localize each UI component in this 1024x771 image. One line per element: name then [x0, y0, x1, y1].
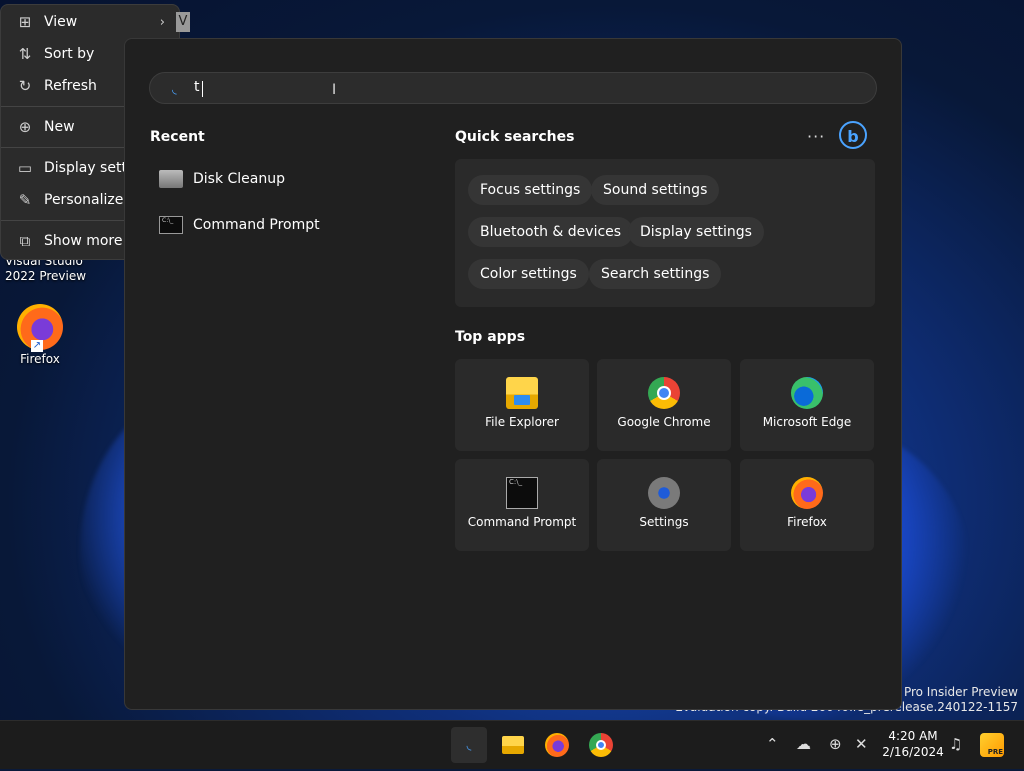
taskbar-chrome[interactable]: [583, 727, 619, 763]
desktop-icon-label: Firefox: [20, 352, 60, 366]
search-icon: ◟: [172, 82, 177, 96]
app-tile-google-chrome[interactable]: Google Chrome: [597, 359, 731, 451]
search-panel: ◟ t I Recent Disk Cleanup C:\_ Command P…: [124, 38, 902, 710]
search-icon: ◟: [466, 738, 472, 752]
ibeam-cursor-icon: I: [332, 82, 337, 98]
context-item-label: Sort by: [44, 46, 95, 62]
onedrive-offline-icon[interactable]: ☁: [796, 735, 811, 753]
brush-icon: ✎: [18, 191, 32, 209]
clock-date: 2/16/2024: [882, 745, 944, 759]
disk-cleanup-icon: [159, 170, 183, 188]
app-tile-label: Firefox: [787, 515, 827, 529]
taskbar-search-button[interactable]: ◟: [451, 727, 487, 763]
app-tile-settings[interactable]: Settings: [597, 459, 731, 551]
chip-focus-settings[interactable]: Focus settings: [468, 175, 593, 205]
sort-icon: ⇅: [18, 45, 32, 63]
app-tile-command-prompt[interactable]: C:\_ Command Prompt: [455, 459, 589, 551]
chip-search-settings[interactable]: Search settings: [589, 259, 722, 289]
grid-icon: ⊞: [18, 13, 32, 31]
recent-item-label: Command Prompt: [193, 217, 320, 233]
refresh-icon: ↻: [18, 77, 32, 95]
chevron-up-icon[interactable]: ⌃: [766, 735, 779, 753]
quick-searches-heading: Quick searches: [455, 129, 575, 145]
file-explorer-icon: [506, 377, 538, 409]
recent-item-label: Disk Cleanup: [193, 171, 286, 187]
recent-item-command-prompt[interactable]: C:\_ Command Prompt: [159, 207, 320, 243]
app-tile-label: Settings: [639, 515, 689, 529]
firefox-icon: [791, 477, 823, 509]
context-item-label: Show more o: [44, 233, 136, 249]
firefox-icon: ↗: [17, 304, 63, 352]
app-tile-label: File Explorer: [485, 415, 559, 429]
desktop-icon-firefox[interactable]: ↗ Firefox: [0, 300, 80, 367]
app-tile-label: Microsoft Edge: [762, 415, 852, 429]
app-tile-label: Command Prompt: [467, 515, 577, 529]
taskbar: ◟ ⌃ ☁ ⊕ ✕ 4:20 AM 2/16/2024 ♫ PRE: [0, 720, 1024, 769]
network-globe-icon[interactable]: ⊕: [829, 735, 842, 753]
context-item-label: Personalize: [44, 192, 124, 208]
plus-circle-icon: ⊕: [18, 118, 32, 136]
command-prompt-icon: C:\_: [506, 477, 538, 509]
taskbar-clock[interactable]: 4:20 AM 2/16/2024: [880, 728, 946, 760]
search-input[interactable]: ◟ t: [149, 72, 877, 104]
edge-icon: [791, 377, 823, 409]
file-explorer-icon: [502, 736, 524, 754]
chip-sound-settings[interactable]: Sound settings: [591, 175, 720, 205]
chrome-icon: [589, 733, 613, 757]
app-tile-firefox[interactable]: Firefox: [740, 459, 874, 551]
accelerator-key-badge: V: [176, 12, 190, 32]
app-tile-microsoft-edge[interactable]: Microsoft Edge: [740, 359, 874, 451]
insider-preview-icon[interactable]: PRE: [980, 733, 1004, 757]
share-icon: ⧉: [19, 232, 31, 250]
context-item-label: New: [44, 119, 75, 135]
bing-icon[interactable]: b: [839, 121, 867, 149]
recent-item-disk-cleanup[interactable]: Disk Cleanup: [159, 161, 285, 197]
context-item-label: View: [44, 14, 78, 30]
display-icon: ▭: [17, 159, 33, 177]
chip-bluetooth-devices[interactable]: Bluetooth & devices: [468, 217, 634, 247]
top-apps-heading: Top apps: [455, 329, 526, 345]
shortcut-arrow-icon: ↗: [31, 340, 43, 352]
app-tile-file-explorer[interactable]: File Explorer: [455, 359, 589, 451]
context-item-label: Refresh: [44, 78, 97, 94]
chip-display-settings[interactable]: Display settings: [628, 217, 764, 247]
app-tile-label: Google Chrome: [617, 415, 711, 429]
recent-heading: Recent: [150, 129, 205, 145]
settings-gear-icon: [648, 477, 680, 509]
chrome-icon: [648, 377, 680, 409]
command-prompt-icon: C:\_: [159, 216, 183, 234]
firefox-icon: [545, 733, 569, 757]
desktop-icon-label: 2022 Preview: [5, 269, 87, 283]
more-options-button[interactable]: ···: [807, 127, 825, 146]
quick-searches-panel: Focus settings Sound settings Bluetooth …: [455, 159, 875, 307]
search-query-text: t: [194, 79, 200, 95]
volume-muted-icon[interactable]: ✕: [855, 735, 868, 753]
context-item-view[interactable]: ⊞ View ›: [1, 7, 179, 37]
chevron-right-icon: ›: [159, 14, 165, 30]
taskbar-firefox[interactable]: [539, 727, 575, 763]
taskbar-file-explorer[interactable]: [495, 727, 531, 763]
notification-bell-icon[interactable]: ♫: [949, 735, 962, 753]
text-caret: [202, 81, 203, 97]
clock-time: 4:20 AM: [888, 729, 938, 743]
chip-color-settings[interactable]: Color settings: [468, 259, 589, 289]
